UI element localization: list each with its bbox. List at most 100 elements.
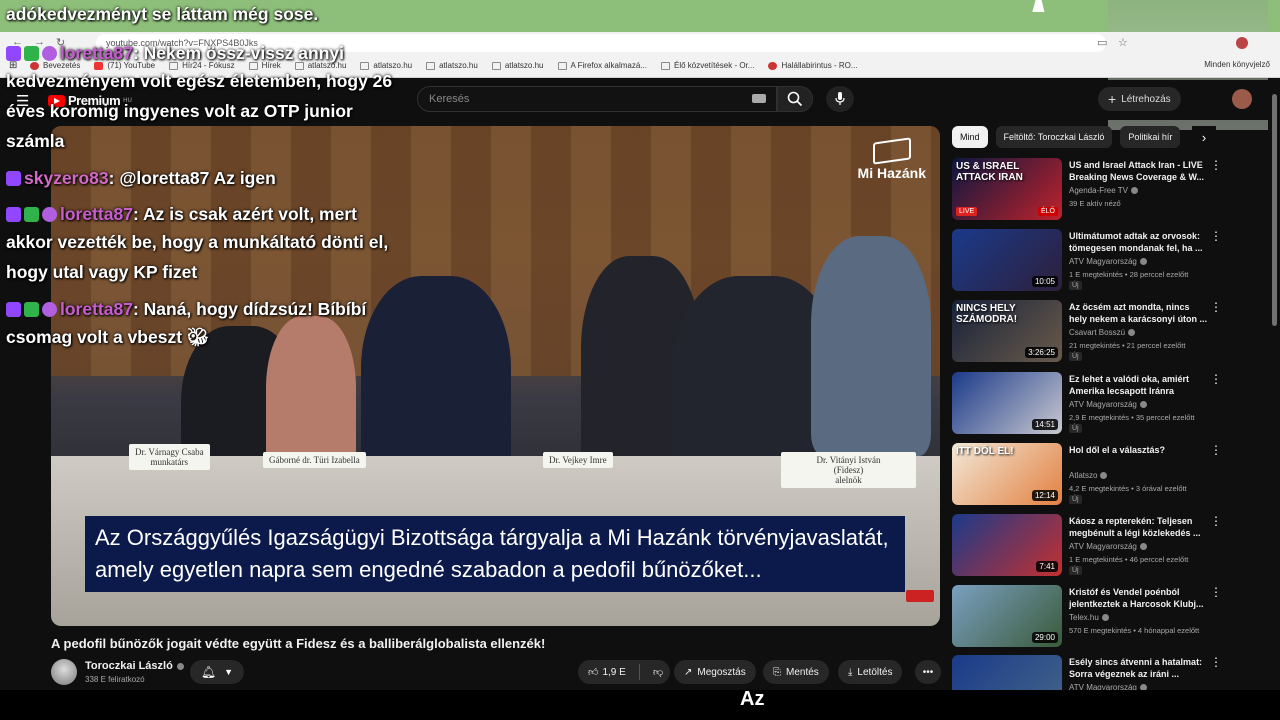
- more-vertical-icon[interactable]: ⋮: [1210, 300, 1222, 314]
- all-bookmarks[interactable]: Minden könyvjelző: [1204, 60, 1270, 69]
- bookmark-item[interactable]: atlatszo.hu: [360, 61, 412, 70]
- download-button[interactable]: ⤓ Letöltés: [838, 660, 903, 684]
- keyboard-icon[interactable]: [752, 94, 766, 103]
- video-thumbnail[interactable]: 14:51: [952, 372, 1062, 434]
- search-icon: [787, 91, 803, 107]
- thumbnail-text: US & ISRAEL ATTACK IRAN: [956, 161, 1023, 183]
- more-actions-button[interactable]: •••: [915, 660, 941, 684]
- create-label: Létrehozás: [1121, 93, 1171, 105]
- bookmark-item[interactable]: A Firefox alkalmazá...: [557, 61, 647, 70]
- chip-all[interactable]: Mind: [952, 126, 988, 148]
- caption-bar: [0, 690, 1280, 720]
- more-vertical-icon[interactable]: ⋮: [1210, 372, 1222, 386]
- reload-icon[interactable]: ↻: [56, 36, 65, 49]
- channel-name[interactable]: Toroczkai László: [85, 660, 184, 672]
- recommendation-item[interactable]: 7:41 Káosz a repterekén: Teljesen megbénu…: [952, 514, 1270, 578]
- recommendation-item[interactable]: 29:00 Kristóf és Vendel poénból jelentkez…: [952, 585, 1270, 649]
- search-button[interactable]: [777, 86, 813, 112]
- bookmark-item[interactable]: Hír24 - Fókusz: [169, 61, 235, 70]
- voice-search-button[interactable]: [826, 86, 854, 112]
- bookmark-item[interactable]: (71) YouTube: [94, 61, 155, 70]
- chip-political[interactable]: Politikai hír: [1120, 126, 1181, 148]
- recommendation-meta: 39 E aktív néző: [1069, 199, 1121, 208]
- recommendation-title[interactable]: Hol dől el a választás?: [1069, 444, 1209, 456]
- video-subtitle: Az Országgyűlés Igazságügyi Bizottsága t…: [85, 516, 905, 592]
- more-vertical-icon[interactable]: ⋮: [1210, 158, 1222, 172]
- new-badge: Új: [1069, 281, 1082, 290]
- recommendation-item[interactable]: ITT DŐL EL! 12:14 Hol dől el a választás? A…: [952, 443, 1270, 507]
- menu-icon[interactable]: ☰: [16, 92, 29, 110]
- recommendation-channel[interactable]: Atlatszo: [1069, 471, 1108, 480]
- search-input[interactable]: Keresés: [417, 86, 777, 112]
- video-thumbnail[interactable]: NINCS HELY SZÁMODRA! 3:26:25: [952, 300, 1062, 362]
- bookmark-item[interactable]: Halállabirintus - RO...: [768, 61, 858, 70]
- more-vertical-icon[interactable]: ⋮: [1210, 585, 1222, 599]
- video-duration: 14:51: [1031, 419, 1058, 430]
- share-button[interactable]: ↗ Megosztás: [674, 660, 756, 684]
- recommendation-channel[interactable]: Telex.hu: [1069, 613, 1109, 622]
- apps-icon[interactable]: ⊞: [9, 60, 17, 71]
- save-button[interactable]: ⎘ Mentés: [763, 660, 829, 684]
- recommendation-item[interactable]: 14:51 Ez lehet a valódi oka, amiért Ameri…: [952, 372, 1270, 436]
- save-icon: ⎘: [773, 666, 781, 678]
- back-icon[interactable]: ←: [12, 36, 23, 48]
- account-avatar[interactable]: [1232, 89, 1252, 109]
- scrollbar[interactable]: [1271, 84, 1278, 688]
- verified-icon: [1139, 543, 1147, 550]
- subscription-bell-button[interactable]: 🔔︎ ▼: [190, 660, 244, 684]
- recommendation-channel[interactable]: ATV Magyarország: [1069, 400, 1147, 409]
- channel-watermark: Mi Hazánk: [858, 137, 926, 181]
- video-thumbnail[interactable]: 29:00: [952, 585, 1062, 647]
- recommendation-meta: 570 E megtekintés • 4 hónappal ezelőtt: [1069, 626, 1200, 635]
- dislike-button[interactable]: 👎︎: [645, 666, 663, 678]
- bookmark-item[interactable]: atlatszo.hu: [294, 61, 346, 70]
- recommendation-title[interactable]: Az öcsém azt mondta, nincs hely nekem a …: [1069, 301, 1209, 325]
- twitch-badge-icon: [6, 171, 21, 186]
- namecard: Gáborné dr. Türi Izabella: [263, 452, 366, 468]
- recommendation-item[interactable]: 10:05 Ultimátumot adtak az orvosok: tömeg…: [952, 229, 1270, 293]
- video-thumbnail[interactable]: US & ISRAEL ATTACK IRAN LIVE ÉLŐ: [952, 158, 1062, 220]
- recommendation-item[interactable]: US & ISRAEL ATTACK IRAN LIVE ÉLŐ US and Isr…: [952, 158, 1270, 222]
- recommendation-channel[interactable]: ATV Magyarország: [1069, 542, 1147, 551]
- more-vertical-icon[interactable]: ⋮: [1210, 229, 1222, 243]
- video-title: A pedofil bűnözők jogait védte együtt a …: [51, 636, 546, 651]
- recommendation-channel[interactable]: Csavart Bosszú: [1069, 328, 1136, 337]
- video-thumbnail[interactable]: 10:05: [952, 229, 1062, 291]
- recommendation-item[interactable]: NINCS HELY SZÁMODRA! 3:26:25 Az öcsém azt …: [952, 300, 1270, 364]
- recommendation-channel[interactable]: ATV Magyarország: [1069, 257, 1147, 266]
- like-button[interactable]: 👍︎ 1,9 E: [578, 664, 640, 680]
- channel-avatar[interactable]: [51, 659, 77, 685]
- bookmark-star-icon[interactable]: ☆: [1118, 36, 1128, 49]
- video-thumbnail[interactable]: ITT DŐL EL! 12:14: [952, 443, 1062, 505]
- twitch-badge-icon: [6, 207, 21, 222]
- recommendation-title[interactable]: Ultimátumot adtak az orvosok: tömegesen …: [1069, 230, 1209, 254]
- profile-avatar[interactable]: [1236, 37, 1248, 49]
- bookmark-item[interactable]: Élő közvetítések - Or...: [661, 61, 754, 70]
- address-text: youtube.com/watch?v=FNXPS4B0Jks: [106, 38, 258, 48]
- video-duration: 29:00: [1031, 632, 1058, 643]
- more-vertical-icon[interactable]: ⋮: [1210, 514, 1222, 528]
- forward-icon[interactable]: →: [34, 36, 45, 48]
- bookmark-item[interactable]: atlatszo.hu: [491, 61, 544, 70]
- recommendation-title[interactable]: Esély sincs átvenni a hatalmat: Sorra vé…: [1069, 656, 1209, 680]
- namecard: Dr. Vitányi István (Fidesz) alelnök: [781, 452, 916, 488]
- bookmark-item[interactable]: Hírek: [248, 61, 281, 70]
- address-bar[interactable]: youtube.com/watch?v=FNXPS4B0Jks: [96, 34, 1106, 52]
- video-duration: 7:41: [1036, 561, 1058, 572]
- chevron-right-icon[interactable]: ›: [1192, 126, 1216, 148]
- video-thumbnail[interactable]: 7:41: [952, 514, 1062, 576]
- bookmark-item[interactable]: atlatszo.hu: [426, 61, 478, 70]
- scrollbar-thumb[interactable]: [1272, 94, 1277, 326]
- recommendation-title[interactable]: Ez lehet a valódi oka, amiért Amerika le…: [1069, 373, 1209, 397]
- recommendation-title[interactable]: Kristóf és Vendel poénból jelentkeztek a…: [1069, 586, 1209, 610]
- chip-uploader[interactable]: Feltöltő: Toroczkai László: [995, 126, 1113, 148]
- bookmark-item[interactable]: Bevezetés: [30, 61, 80, 70]
- more-vertical-icon[interactable]: ⋮: [1210, 655, 1222, 669]
- recommendation-title[interactable]: US and Israel Attack Iran - LIVE Breakin…: [1069, 159, 1209, 183]
- more-vertical-icon[interactable]: ⋮: [1210, 443, 1222, 457]
- recommendation-title[interactable]: Káosz a repterekén: Teljesen megbénult a…: [1069, 515, 1209, 539]
- youtube-logo[interactable]: Premium HU: [48, 93, 132, 108]
- create-button[interactable]: + Létrehozás: [1098, 87, 1181, 111]
- pip-icon[interactable]: ▭: [1097, 36, 1107, 49]
- recommendation-channel[interactable]: Agenda-Free TV: [1069, 186, 1138, 195]
